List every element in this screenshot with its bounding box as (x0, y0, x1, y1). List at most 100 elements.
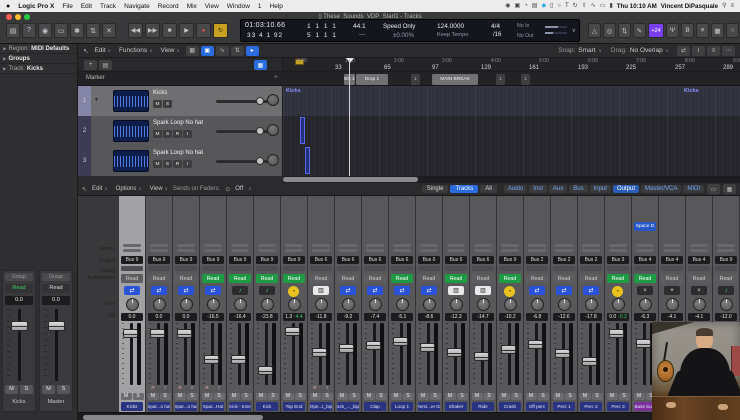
output-select[interactable]: Bus 9 (121, 256, 143, 264)
automation-read-button[interactable]: Read (121, 274, 143, 283)
pan-knob[interactable] (503, 298, 517, 311)
send-slot[interactable] (501, 244, 519, 247)
pan-knob[interactable] (530, 298, 544, 311)
io-icon[interactable]: ⇄ (151, 286, 167, 295)
output-select[interactable]: Bus 9 (229, 256, 251, 264)
zoom-vertical-icon[interactable]: I (692, 45, 705, 56)
output-select[interactable]: Bus 9 (715, 256, 737, 264)
group-slot[interactable] (391, 266, 413, 271)
marker-pill[interactable]: 1 (521, 73, 530, 85)
doc-icon[interactable]: ▯ (550, 3, 553, 9)
chevron-down-icon[interactable]: ∨ (599, 48, 602, 54)
automation-read-button[interactable]: Read (391, 274, 413, 283)
note-icon[interactable]: ♪ (232, 286, 248, 295)
pan-knob[interactable] (260, 298, 274, 311)
pan-knob[interactable] (611, 298, 625, 311)
mute-button[interactable]: M (42, 385, 55, 394)
send-slot[interactable] (312, 249, 330, 252)
toolbar-icon[interactable]: ▭ (54, 23, 68, 38)
upload-icon[interactable]: ⇧ (582, 3, 587, 9)
menu-file[interactable]: File (62, 3, 72, 10)
automation-read-button[interactable]: Read (661, 274, 683, 283)
mute-button[interactable]: M (525, 393, 537, 400)
automation-read-button[interactable]: Read (580, 274, 602, 283)
io-icon[interactable]: ⇄ (367, 286, 383, 295)
volume-fader[interactable] (555, 348, 570, 358)
pan-knob[interactable] (692, 298, 706, 311)
automation-read-button[interactable]: Read (688, 274, 710, 283)
channel-strip-off-perc[interactable]: Bus 2 Read ⇄ -6.8 M S Off perc (524, 196, 550, 412)
mute-button[interactable]: M (552, 393, 564, 400)
track-row[interactable]: 3 Spark Loop No hat M S R I (78, 146, 740, 176)
output-select[interactable]: Bus 9 (256, 256, 278, 264)
arrange-hscrollbar[interactable] (283, 176, 740, 183)
ruler-bar[interactable]: 193 (578, 65, 588, 71)
automation-read-button[interactable]: Read (310, 274, 332, 283)
catch-playhead-icon[interactable]: ▸ (245, 45, 259, 56)
send-slot[interactable] (501, 249, 519, 252)
menu-edit[interactable]: Edit ∨ (92, 186, 108, 192)
inspector-track-row[interactable]: ▶ Track: Kicks (0, 64, 77, 74)
mute-button[interactable]: M (471, 393, 483, 400)
menu-window[interactable]: Window (227, 3, 250, 10)
stop-button[interactable]: ■ (162, 23, 177, 38)
output-select[interactable]: Bus 9 (175, 256, 197, 264)
filter-audio[interactable]: Audio (503, 185, 528, 193)
group-slot[interactable] (337, 266, 359, 271)
battery-icon[interactable]: ▮ (609, 3, 612, 9)
apple-menu-icon[interactable]: ● (6, 3, 10, 10)
automation-read-button[interactable]: Read (607, 274, 629, 283)
inspector-groups-row[interactable]: ▶ Groups (0, 54, 77, 64)
group-slot[interactable] (472, 266, 494, 271)
output-select[interactable]: Bus 4 (634, 256, 656, 264)
output-select[interactable]: Bus 6 (391, 256, 413, 264)
pan-knob[interactable] (267, 94, 279, 106)
output-select[interactable]: Bus 6 (364, 256, 386, 264)
mute-button[interactable]: M (201, 393, 213, 400)
filter-mastervca[interactable]: Master/VCA (640, 185, 682, 193)
ruler-bar[interactable]: 33 (335, 65, 342, 71)
mute-button[interactable]: M (498, 393, 510, 400)
volume-fader[interactable] (11, 321, 28, 331)
automation-read-button[interactable]: Read (5, 284, 33, 293)
mute-button[interactable]: M (147, 393, 159, 400)
automation-read-button[interactable]: Read (499, 274, 521, 283)
pan-knob[interactable] (314, 298, 328, 311)
io-icon[interactable]: ⇄ (205, 286, 221, 295)
send-slot[interactable] (231, 249, 249, 252)
menu-functions[interactable]: Functions ∨ (119, 47, 152, 54)
record-enable-button[interactable]: R (173, 160, 182, 168)
solo-button[interactable]: S (20, 385, 33, 394)
view-mode-single[interactable]: Single (421, 185, 449, 193)
cut-icon[interactable]: ✕ (102, 23, 116, 38)
solo-button[interactable]: S (375, 393, 387, 400)
menu-view[interactable]: View (205, 3, 219, 10)
send-slot[interactable] (366, 249, 384, 252)
mute-button[interactable]: M (174, 393, 186, 400)
pan-knob[interactable] (341, 298, 355, 311)
camera-icon[interactable]: ▣ (514, 3, 520, 9)
automation-read-button[interactable]: Read (553, 274, 575, 283)
io-icon[interactable]: ⇄ (583, 286, 599, 295)
ruler-bar[interactable]: 161 (529, 65, 539, 71)
automation-read-button[interactable]: Read (472, 274, 494, 283)
arrange-lane[interactable] (283, 116, 740, 146)
mute-button[interactable]: M (5, 385, 18, 394)
mute-button[interactable]: M (444, 393, 456, 400)
mute-button[interactable]: M (336, 393, 348, 400)
solo-button[interactable]: S (510, 393, 522, 400)
zoom-horizontal-icon[interactable]: ⇄ (677, 45, 690, 56)
pencil-icon[interactable]: ✎ (633, 23, 646, 38)
volume-fader[interactable] (312, 347, 327, 357)
automation-read-button[interactable]: Read (256, 274, 278, 283)
io-icon[interactable]: ⇄ (421, 286, 437, 295)
solo-button[interactable]: S (159, 393, 171, 400)
chevron-down-icon[interactable]: ∨ (248, 186, 251, 192)
output-select[interactable]: Bus 2 (526, 256, 548, 264)
play-button[interactable]: ▶ (179, 23, 194, 38)
menu-navigate[interactable]: Navigate (124, 3, 150, 10)
channel-strip-top-end[interactable]: Bus 9 Read ◔ 1.3 -4.4 M S Top End (281, 196, 307, 412)
volume-fader[interactable] (150, 329, 165, 339)
volume-fader[interactable] (177, 329, 192, 339)
solo-button[interactable]: S (348, 393, 360, 400)
